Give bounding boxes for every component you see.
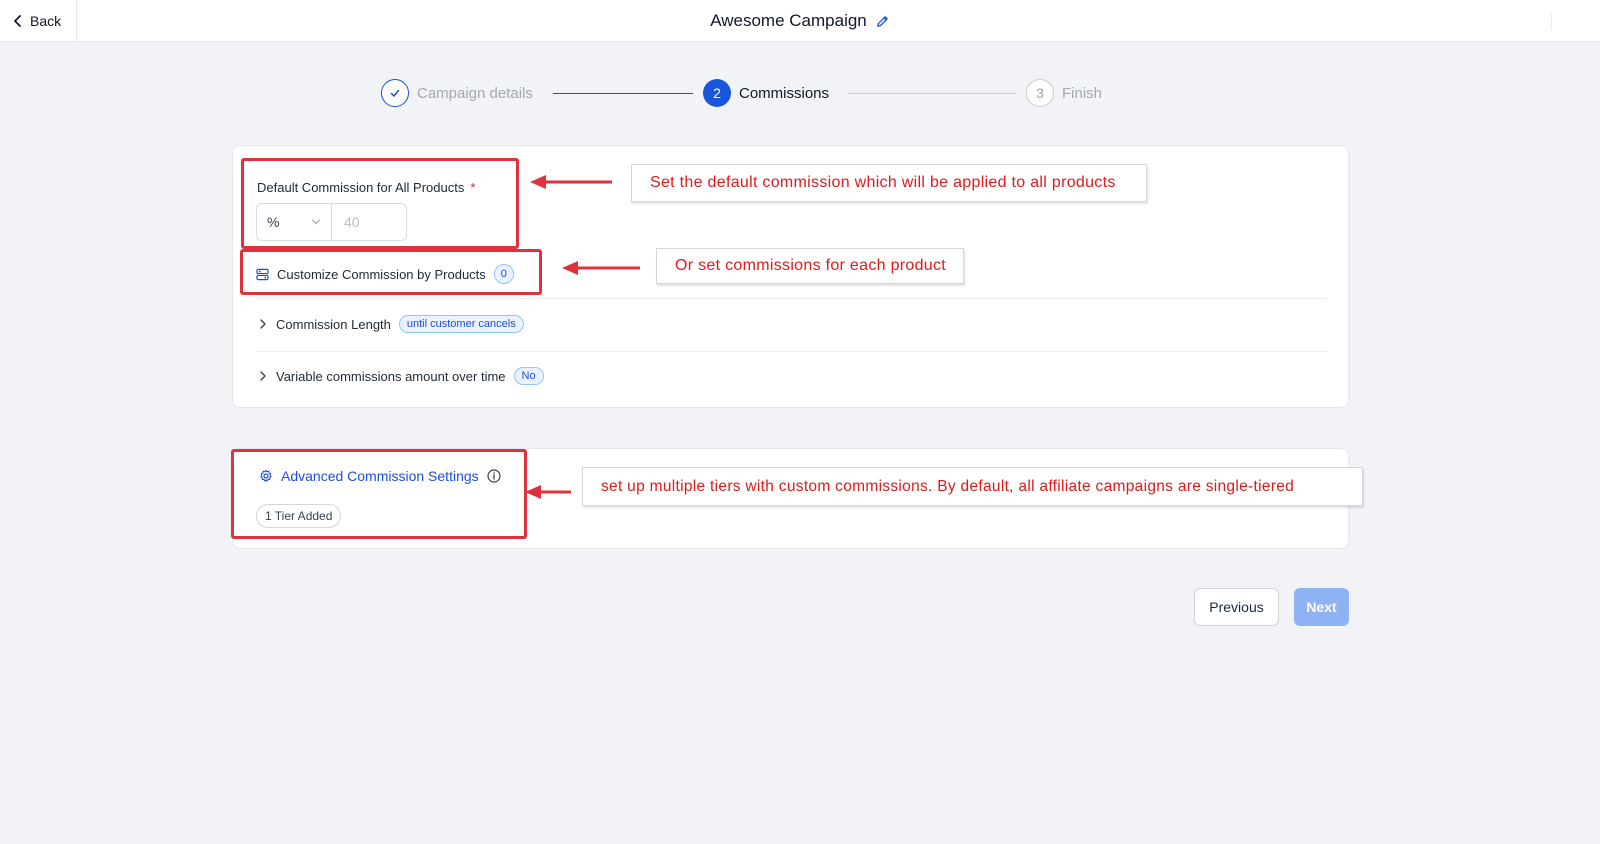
variable-commissions-row[interactable]: Variable commissions amount over time No [258, 367, 544, 385]
callout-default-commission: Set the default commission which will be… [631, 164, 1147, 202]
top-bar: Back Awesome Campaign [0, 0, 1600, 42]
back-label: Back [30, 13, 62, 29]
step-connector-todo [848, 93, 1016, 94]
pencil-icon[interactable] [875, 14, 890, 29]
arrow-left-icon [525, 485, 571, 499]
back-button[interactable]: Back [0, 0, 77, 42]
step-commissions[interactable]: 2 Commissions [703, 79, 829, 107]
campaign-title: Awesome Campaign [710, 11, 867, 30]
chevron-left-icon [14, 15, 21, 27]
next-button[interactable]: Next [1294, 588, 1349, 626]
step-number: 2 [703, 79, 731, 107]
variable-commissions-badge: No [513, 367, 544, 385]
check-icon [390, 89, 400, 97]
arrow-left-icon [562, 261, 640, 275]
commission-length-row[interactable]: Commission Length until customer cancels [258, 315, 524, 333]
step-campaign-details[interactable]: Campaign details [381, 79, 533, 107]
step-finish[interactable]: 3 Finish [1026, 79, 1102, 107]
previous-button[interactable]: Previous [1194, 588, 1279, 626]
commission-length-badge: until customer cancels [398, 315, 524, 333]
chevron-right-icon [260, 319, 266, 329]
divider [256, 298, 1327, 299]
annotation-box-default-commission [241, 158, 519, 249]
callout-per-product: Or set commissions for each product [656, 248, 964, 284]
step-done-circle [381, 79, 409, 107]
step-label: Campaign details [417, 84, 533, 102]
step-label: Commissions [739, 84, 830, 102]
divider [256, 351, 1327, 352]
chevron-right-icon [260, 371, 266, 381]
step-connector-done [553, 93, 693, 94]
step-label: Finish [1062, 84, 1103, 102]
annotation-box-advanced [231, 449, 527, 539]
callout-tiers: set up multiple tiers with custom commis… [582, 467, 1363, 506]
annotation-box-customize [240, 249, 542, 295]
step-number: 3 [1026, 79, 1054, 107]
commission-length-label: Commission Length [276, 316, 391, 332]
variable-commissions-label: Variable commissions amount over time [276, 368, 506, 384]
arrow-left-icon [530, 175, 612, 189]
topbar-divider [1551, 12, 1552, 30]
